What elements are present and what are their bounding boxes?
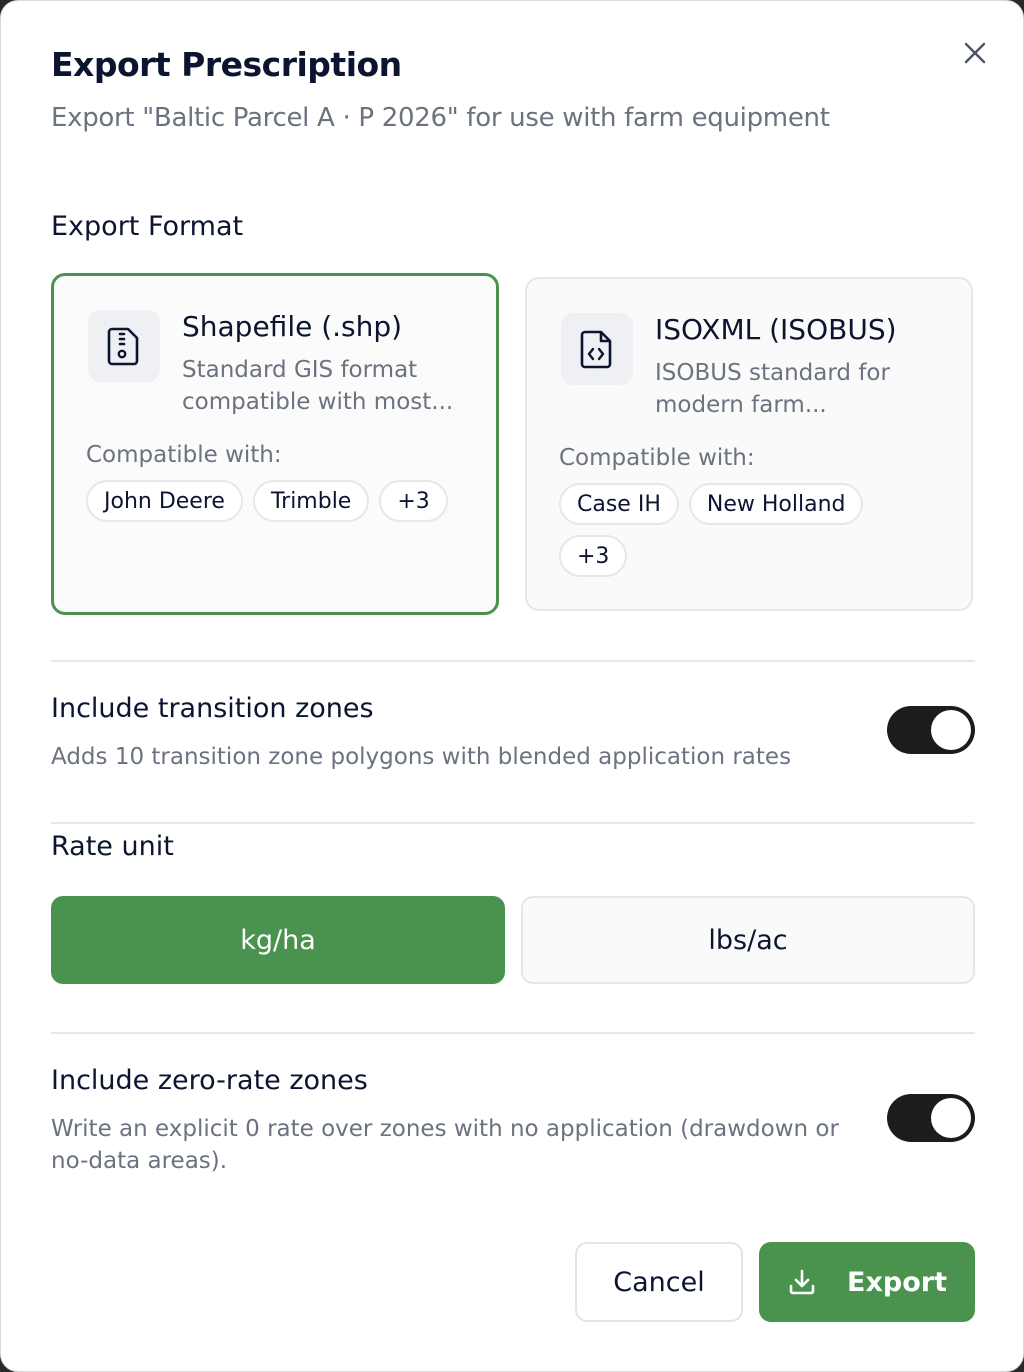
export-prescription-dialog: Export Prescription Export "Baltic Parce… [0,0,1024,1372]
export-format-label: Export Format [51,211,244,242]
file-shapefile-icon [88,310,160,382]
divider [51,1032,975,1034]
format-name: ISOXML (ISOBUS) [655,313,897,346]
format-description: ISOBUS standard for modern farm... [655,360,890,418]
compatible-label: Compatible with: [559,445,755,471]
rate-unit-lbs-ac-button[interactable]: lbs/ac [521,896,975,984]
rate-unit-kg-ha-button[interactable]: kg/ha [51,896,505,984]
format-card-isoxml[interactable]: ISOXML (ISOBUS) ISOBUS standard for mode… [525,277,973,611]
close-icon [964,42,986,64]
compat-chip: John Deere [86,480,243,522]
divider [51,660,975,662]
cancel-button[interactable]: Cancel [575,1242,743,1322]
toggle-knob [931,1098,971,1138]
close-button[interactable] [957,35,993,71]
zero-rate-zones-toggle[interactable] [887,1094,975,1142]
format-description: Standard GIS format compatible with most… [182,357,454,415]
dialog-subtitle: Export "Baltic Parcel A · P 2026" for us… [51,103,830,133]
export-button[interactable]: Export [759,1242,975,1322]
toggle-knob [931,710,971,750]
zero-rate-zones-description: Write an explicit 0 rate over zones with… [51,1116,839,1174]
export-button-label: Export [847,1266,947,1298]
compatible-label: Compatible with: [86,442,282,468]
transition-zones-title: Include transition zones [51,693,374,724]
compatible-chips: John Deere Trimble +3 [86,480,486,522]
format-card-shapefile[interactable]: Shapefile (.shp) Standard GIS format com… [51,273,499,615]
transition-zones-toggle[interactable] [887,706,975,754]
compat-chip: Trimble [252,480,370,522]
compat-chip: New Holland [688,483,864,525]
divider [51,822,975,824]
transition-zones-description: Adds 10 transition zone polygons with bl… [51,744,792,770]
compatible-chips: Case IH New Holland +3 [559,483,899,577]
file-code-icon [561,313,633,385]
compat-chip-more[interactable]: +3 [559,535,628,577]
rate-unit-label: Rate unit [51,831,174,862]
format-name: Shapefile (.shp) [182,310,403,343]
download-icon [789,1269,815,1295]
compat-chip-more[interactable]: +3 [379,480,448,522]
dialog-title: Export Prescription [51,45,402,84]
compat-chip: Case IH [559,483,679,525]
zero-rate-zones-title: Include zero-rate zones [51,1065,368,1096]
